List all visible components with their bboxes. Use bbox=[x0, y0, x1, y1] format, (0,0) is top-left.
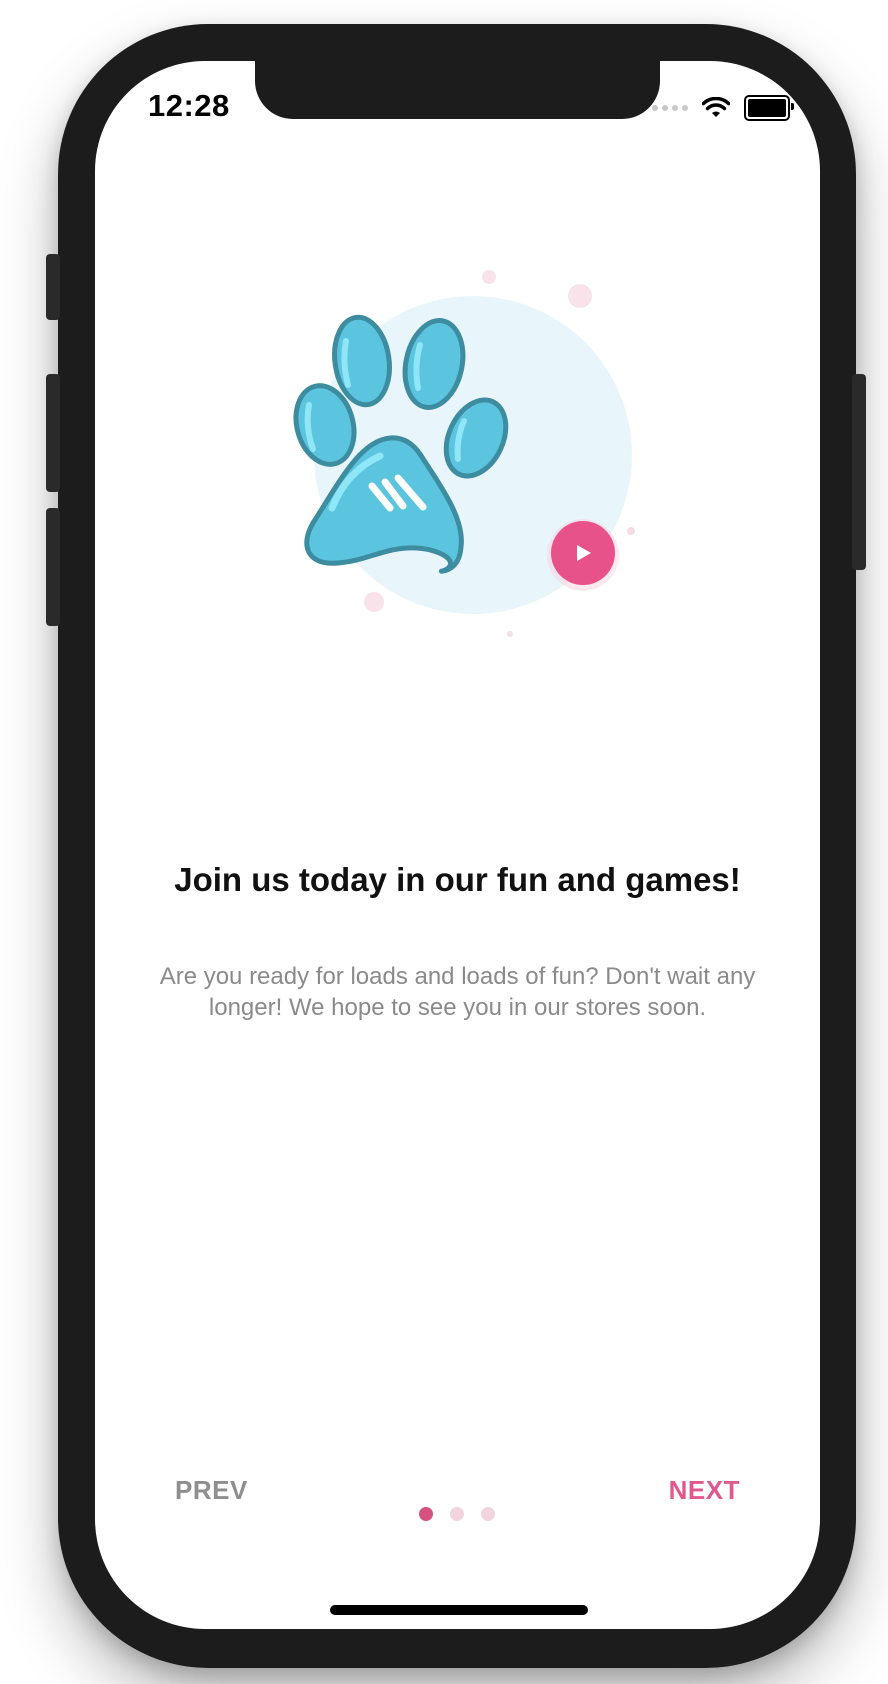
page-dot-2[interactable] bbox=[450, 1507, 464, 1521]
home-indicator[interactable] bbox=[330, 1605, 588, 1615]
prev-button[interactable]: PREV bbox=[175, 1475, 248, 1506]
next-button[interactable]: NEXT bbox=[669, 1475, 740, 1506]
onboarding-title: Join us today in our fun and games! bbox=[174, 861, 741, 898]
onboarding-illustration bbox=[293, 270, 635, 637]
page-dot-1[interactable] bbox=[419, 1507, 433, 1521]
page-dot-3[interactable] bbox=[481, 1507, 495, 1521]
screen: 12:28 Join us today in our fun and games… bbox=[95, 61, 820, 1629]
silent-switch bbox=[46, 254, 60, 320]
volume-down-button bbox=[46, 508, 60, 626]
play-icon bbox=[547, 519, 619, 591]
page-indicator bbox=[419, 1507, 495, 1521]
power-button bbox=[852, 374, 866, 570]
volume-up-button bbox=[46, 374, 60, 492]
onboarding-description: Are you ready for loads and loads of fun… bbox=[159, 963, 756, 1021]
